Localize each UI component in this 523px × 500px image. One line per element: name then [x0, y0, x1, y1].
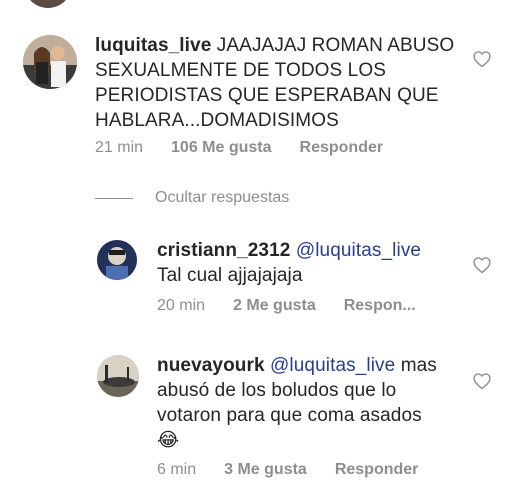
reply-likes[interactable]: 2 Me gusta — [233, 297, 316, 315]
previous-comment-avatar[interactable] — [24, 0, 72, 8]
reply-body: nuevayourk @luquitas_live mas abusó de l… — [157, 353, 447, 453]
reply-meta: 6 min 3 Me gusta Responder — [157, 461, 418, 479]
reply-reply-button[interactable]: Responder — [335, 461, 419, 479]
heart-outline-icon[interactable] — [472, 255, 492, 275]
comment-reply-button[interactable]: Responder — [300, 139, 384, 157]
hide-replies-line — [95, 197, 133, 199]
reply-reply-button[interactable]: Respon... — [344, 297, 416, 315]
comment-username[interactable]: luquitas_live — [95, 35, 211, 56]
comment-body: luquitas_live JAAJAJAJ ROMAN ABUSO SEXUA… — [95, 33, 475, 133]
reply-likes[interactable]: 3 Me gusta — [224, 461, 307, 479]
comment-likes[interactable]: 106 Me gusta — [171, 139, 271, 157]
reply-username[interactable]: cristiann_2312 — [157, 240, 290, 261]
reply-mention[interactable]: @luquitas_live — [296, 240, 421, 261]
comment-time: 21 min — [95, 139, 144, 156]
laughing-emoji: 😂 — [157, 430, 180, 451]
reply-body: cristiann_2312 @luquitas_live Tal cual a… — [157, 238, 457, 288]
heart-outline-icon[interactable] — [472, 371, 492, 391]
reply-meta: 20 min 2 Me gusta Respon... — [157, 297, 416, 315]
reply-time: 6 min — [157, 461, 197, 478]
avatar-cristiann-2312[interactable] — [97, 240, 137, 280]
comment-meta: 21 min 106 Me gusta Responder — [95, 139, 383, 157]
reply-time: 20 min — [157, 297, 206, 314]
hide-replies-label: Ocultar respuestas — [155, 189, 290, 206]
reply-username[interactable]: nuevayourk — [157, 355, 265, 376]
reply-text: Tal cual ajjajajaja — [157, 265, 303, 286]
reply-mention[interactable]: @luquitas_live — [270, 355, 395, 376]
avatar-luquitas-live[interactable] — [23, 35, 77, 89]
heart-outline-icon[interactable] — [472, 49, 492, 69]
hide-replies-toggle[interactable]: Ocultar respuestas — [95, 189, 289, 207]
avatar-nuevayourk[interactable] — [97, 355, 139, 397]
